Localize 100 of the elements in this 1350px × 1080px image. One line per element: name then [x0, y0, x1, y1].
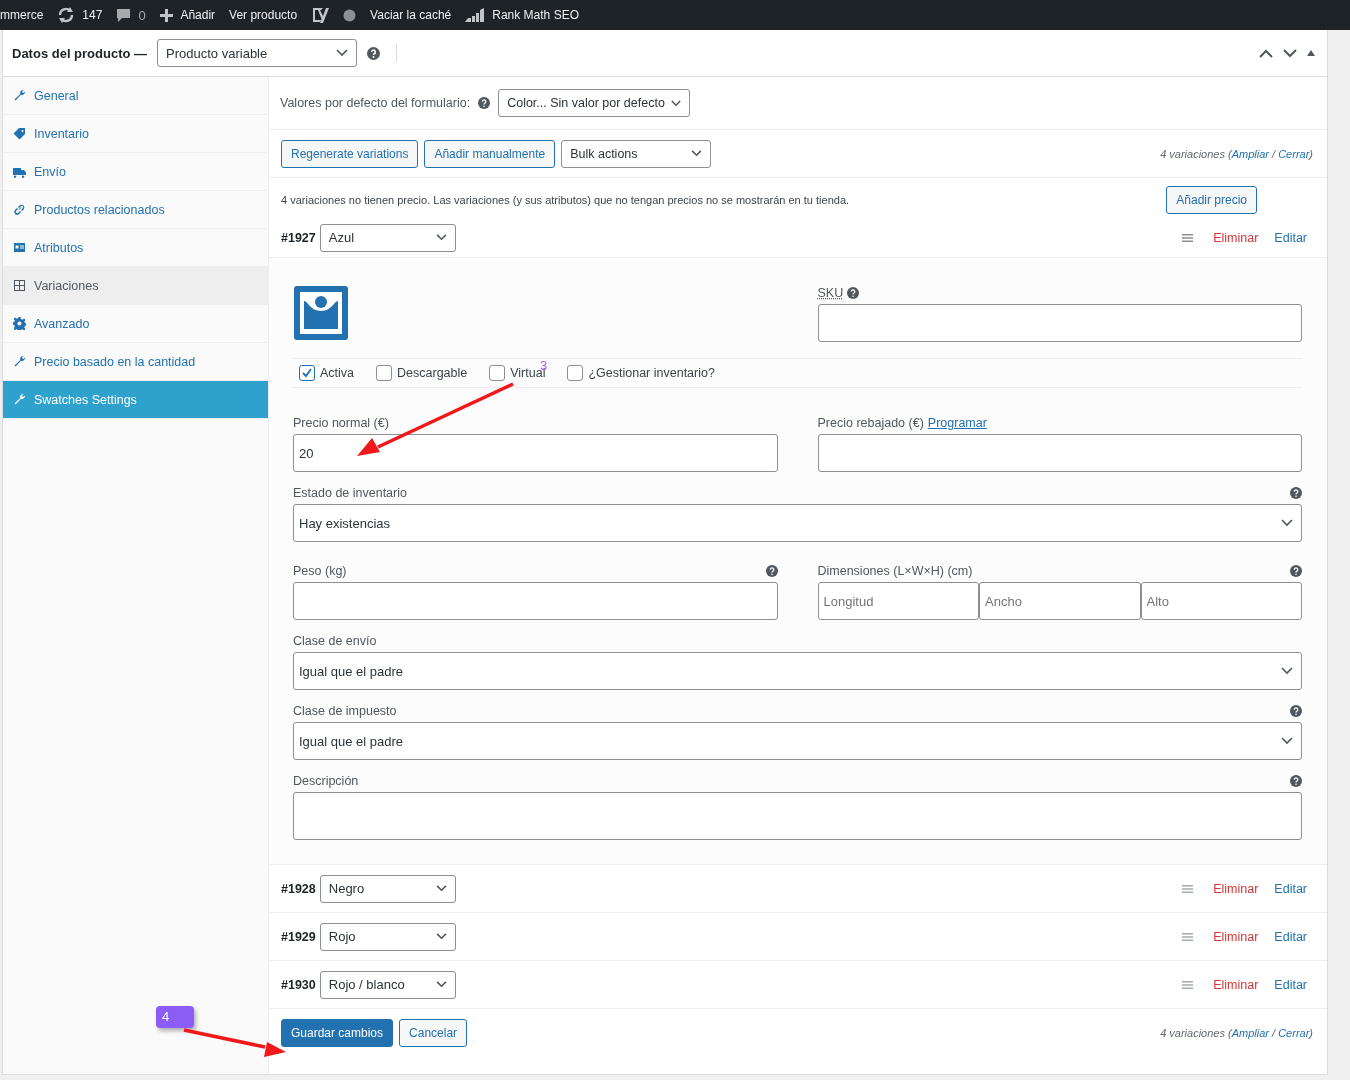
- shipping-class-select[interactable]: Igual que el padre: [293, 652, 1302, 690]
- sidebar-tab[interactable]: Swatches Settings: [3, 381, 268, 419]
- chevron-up-icon[interactable]: [1259, 48, 1273, 58]
- sidebar-tab[interactable]: Inventario: [3, 115, 268, 153]
- summary-link[interactable]: Ampliar: [1231, 1026, 1269, 1039]
- drag-handle-icon[interactable]: [1182, 233, 1194, 242]
- help-icon[interactable]: [765, 565, 778, 577]
- dimension-field[interactable]: Ancho: [979, 582, 1141, 620]
- admin-bar-link[interactable]: mmerce: [0, 8, 44, 22]
- help-icon[interactable]: [1290, 705, 1302, 717]
- edit-link[interactable]: Editar: [1274, 977, 1307, 992]
- toolbar-button[interactable]: Añadir manualmente: [424, 139, 556, 168]
- remove-link[interactable]: Eliminar: [1213, 977, 1259, 992]
- toolbar-button[interactable]: Regenerate variations: [281, 139, 419, 168]
- help-icon[interactable]: [1290, 565, 1302, 577]
- image-placeholder-icon[interactable]: [293, 285, 349, 341]
- edit-link[interactable]: Editar: [1274, 230, 1307, 245]
- sku-field[interactable]: [817, 304, 1302, 342]
- save-button[interactable]: Guardar cambios: [281, 1018, 394, 1047]
- variation-id: #1930: [281, 977, 316, 992]
- weight-field[interactable]: [293, 582, 778, 620]
- admin-bar-link[interactable]: Ver producto: [229, 8, 298, 22]
- drag-handle-icon[interactable]: [1182, 932, 1194, 941]
- field-label: Precio normal (€): [293, 416, 389, 430]
- chevron-down-icon: [336, 49, 349, 57]
- admin-bar-link[interactable]: Vaciar la caché: [370, 8, 452, 22]
- cancel-button[interactable]: Cancelar: [399, 1018, 468, 1047]
- checkbox[interactable]: [567, 365, 584, 381]
- edit-link[interactable]: Editar: [1274, 929, 1307, 944]
- gear-icon: [13, 317, 26, 330]
- bulk-actions-select[interactable]: Bulk actions: [561, 139, 712, 168]
- help-icon[interactable]: [1290, 487, 1302, 499]
- variation-count: 4 variaciones (Ampliar / Cerrar): [1160, 1026, 1313, 1039]
- sidebar-tab[interactable]: Variaciones: [3, 267, 268, 305]
- drag-handle-icon[interactable]: [1182, 884, 1194, 893]
- field-label: Clase de impuesto: [293, 704, 397, 718]
- summary-link[interactable]: Ampliar: [1231, 147, 1269, 160]
- chevron-down-icon: [435, 885, 447, 892]
- chevron-down-icon: [691, 150, 703, 157]
- stock-status-select[interactable]: Hay existencias: [293, 504, 1302, 542]
- plus-icon[interactable]: [160, 8, 174, 22]
- checkbox[interactable]: [299, 365, 315, 381]
- help-icon[interactable]: [478, 97, 491, 109]
- wrench-icon: [13, 89, 26, 102]
- sidebar-tab[interactable]: Envío: [3, 153, 268, 191]
- remove-link[interactable]: Eliminar: [1213, 881, 1259, 896]
- regular-price-field[interactable]: 20: [293, 434, 778, 472]
- sku-label: SKU: [817, 286, 844, 300]
- default-value-select[interactable]: Color... Sin valor por defecto: [498, 89, 690, 117]
- variation-attribute-select[interactable]: Rojo / blanco: [319, 970, 456, 999]
- form-defaults-label: Valores por defecto del formulario:: [280, 96, 471, 110]
- seo-logo-icon[interactable]: [311, 6, 330, 24]
- remove-link[interactable]: Eliminar: [1213, 230, 1259, 245]
- checkbox-label: Descargable: [397, 366, 468, 380]
- tax-class-select[interactable]: Igual que el padre: [293, 722, 1302, 760]
- chevron-down-icon: [1281, 519, 1293, 527]
- add-price-button[interactable]: Añadir precio: [1166, 186, 1257, 214]
- product-type-select[interactable]: Producto variable: [157, 39, 358, 67]
- collapse-triangle-icon[interactable]: [1307, 50, 1315, 56]
- variation-count: 4 variaciones (Ampliar / Cerrar): [1160, 147, 1313, 160]
- chevron-down-icon: [435, 933, 447, 940]
- sidebar-tab[interactable]: General: [3, 77, 268, 115]
- admin-bar-link[interactable]: Rank Math SEO: [492, 8, 579, 22]
- link-icon: [13, 203, 26, 216]
- help-icon[interactable]: [1290, 775, 1302, 787]
- variation-attribute-select[interactable]: Negro: [319, 874, 456, 903]
- edit-link[interactable]: Editar: [1274, 881, 1307, 896]
- remove-link[interactable]: Eliminar: [1213, 929, 1259, 944]
- field-label: Precio rebajado (€): [817, 416, 924, 430]
- drag-handle-icon[interactable]: [1182, 980, 1194, 989]
- variation-attribute-select[interactable]: Azul: [319, 223, 456, 252]
- schedule-link[interactable]: Programar: [927, 416, 987, 430]
- tag-icon: [13, 127, 26, 140]
- help-icon[interactable]: [847, 287, 860, 299]
- checkbox[interactable]: [376, 365, 393, 381]
- sidebar-tab[interactable]: Avanzado: [3, 305, 268, 343]
- comment-count: 0: [138, 7, 147, 23]
- checkbox-label: ¿Gestionar inventario?: [588, 366, 715, 380]
- wrench-icon: [13, 355, 26, 368]
- sidebar-tab[interactable]: Productos relacionados: [3, 191, 268, 229]
- help-icon[interactable]: [367, 46, 381, 60]
- variation-attribute-select[interactable]: Rojo: [319, 922, 456, 951]
- chevron-down-icon[interactable]: [1283, 48, 1297, 58]
- chevron-down-icon: [1281, 667, 1293, 675]
- checkbox-label: Activa: [320, 366, 355, 380]
- add-new-link[interactable]: Añadir: [180, 8, 216, 22]
- truck-icon: [13, 165, 26, 178]
- checkbox[interactable]: [489, 365, 506, 381]
- chevron-down-icon: [435, 234, 447, 241]
- update-count: 147: [82, 8, 103, 22]
- bar-chart-icon[interactable]: [465, 8, 486, 22]
- status-dot-icon[interactable]: [343, 8, 357, 22]
- dimension-field[interactable]: Longitud: [817, 582, 979, 620]
- refresh-icon[interactable]: [57, 7, 76, 23]
- dimension-field[interactable]: Alto: [1140, 582, 1302, 620]
- sale-price-field[interactable]: [817, 434, 1302, 472]
- description-field[interactable]: [293, 792, 1302, 840]
- comment-icon[interactable]: [116, 7, 132, 23]
- panel-title: Datos del producto —: [12, 45, 148, 61]
- chevron-down-icon: [670, 99, 681, 107]
